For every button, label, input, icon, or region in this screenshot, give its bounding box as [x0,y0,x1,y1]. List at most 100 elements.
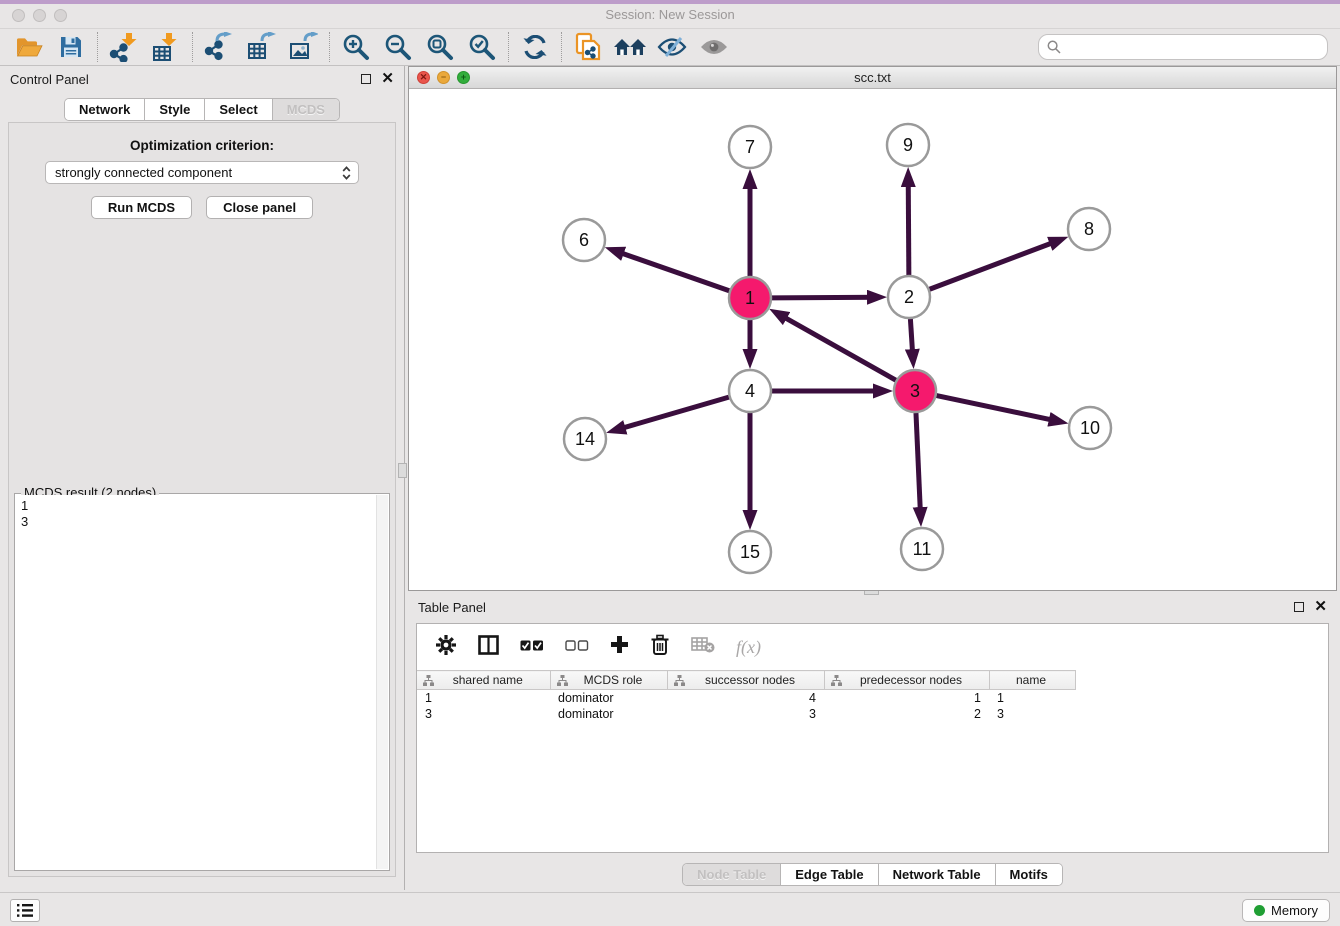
task-history-button[interactable] [10,899,40,922]
tab-node-table[interactable]: Node Table [683,864,780,885]
tab-edge-table[interactable]: Edge Table [780,864,877,885]
unselect-all-columns-button[interactable] [565,638,589,656]
table-row[interactable]: 3dominator323 [417,706,1328,722]
import-table-button[interactable] [145,30,187,64]
svg-text:11: 11 [913,539,932,559]
graph-edge-1-2[interactable] [772,297,879,298]
tab-mcds[interactable]: MCDS [272,99,339,120]
graph-node-4[interactable]: 4 [729,370,771,412]
criterion-select[interactable]: strongly connected component [45,161,359,184]
mcds-result-box: MCDS result (2 nodes) 1 3 [14,493,390,871]
graph-node-2[interactable]: 2 [888,276,930,318]
select-all-columns-button[interactable] [520,638,544,656]
create-column-button[interactable] [610,635,629,659]
unchecked-boxes-icon [565,640,589,651]
column-header-successor-nodes[interactable]: successor nodes [667,671,824,690]
duplicate-network-button[interactable] [567,30,609,64]
table-float-button[interactable] [1294,602,1304,612]
plus-icon [610,635,629,654]
graph-edge-1-6[interactable] [612,250,729,291]
cell-shared-name[interactable]: 3 [417,706,550,722]
home-layout-button[interactable] [609,30,651,64]
graph-edge-2-3[interactable] [910,319,913,361]
table-settings-button[interactable] [435,634,457,661]
cell-MCDS-role[interactable]: dominator [550,706,667,722]
close-panel-button[interactable]: ✕ [381,74,394,84]
tab-style[interactable]: Style [144,99,204,120]
graph-node-1[interactable]: 1 [729,277,771,319]
cell-name[interactable]: 1 [989,690,1075,706]
network-minimize-button[interactable]: − [437,71,450,84]
tab-motifs[interactable]: Motifs [995,864,1062,885]
eye-slash-icon [657,36,687,58]
graph-edge-3-1[interactable] [776,313,896,380]
column-header-MCDS-role[interactable]: MCDS role [550,671,667,690]
graph-edge-3-10[interactable] [937,396,1061,422]
float-panel-button[interactable] [361,74,371,84]
refresh-layout-button[interactable] [514,30,556,64]
cell-successor-nodes[interactable]: 4 [667,690,824,706]
cell-predecessor-nodes[interactable]: 1 [824,690,989,706]
graph-node-7[interactable]: 7 [729,126,771,168]
toolbar-separator [192,32,193,62]
zoom-out-icon [384,33,412,61]
network-close-button[interactable]: ✕ [417,71,430,84]
hide-graphics-button[interactable] [651,30,693,64]
run-mcds-button[interactable]: Run MCDS [91,196,192,219]
cell-name[interactable]: 3 [989,706,1075,722]
column-header-predecessor-nodes[interactable]: predecessor nodes [824,671,989,690]
cell-shared-name[interactable]: 1 [417,690,550,706]
export-image-button[interactable] [282,30,324,64]
result-scrollbar[interactable] [376,495,388,869]
zoom-selected-button[interactable] [461,30,503,64]
show-graphics-button[interactable] [693,30,735,64]
tab-network[interactable]: Network [65,99,144,120]
column-header-shared-name[interactable]: shared name [417,671,550,690]
graph-node-15[interactable]: 15 [729,531,771,573]
zoom-fit-button[interactable] [419,30,461,64]
toolbar-separator [329,32,330,62]
column-header-name[interactable]: name [989,671,1075,690]
tab-network-table[interactable]: Network Table [878,864,995,885]
network-window-titlebar[interactable]: ✕ − + scc.txt [409,67,1336,89]
export-network-button[interactable] [198,30,240,64]
network-zoom-button[interactable]: + [457,71,470,84]
graph-node-6[interactable]: 6 [563,219,605,261]
graph-node-11[interactable]: 11 [901,528,943,570]
graph-edge-2-8[interactable] [930,240,1061,290]
open-file-button[interactable] [8,30,50,64]
memory-button[interactable]: Memory [1242,899,1330,922]
mcds-result-text[interactable]: 1 3 [16,495,376,869]
svg-text:10: 10 [1080,418,1100,438]
gear-icon [435,634,457,656]
zoom-in-button[interactable] [335,30,377,64]
close-panel-button-mcds[interactable]: Close panel [206,196,313,219]
cell-predecessor-nodes[interactable]: 2 [824,706,989,722]
table-row[interactable]: 1dominator411 [417,690,1328,706]
graph-node-9[interactable]: 9 [887,124,929,166]
save-session-button[interactable] [50,30,92,64]
search-input[interactable] [1061,36,1327,58]
cell-MCDS-role[interactable]: dominator [550,690,667,706]
show-column-panel-button[interactable] [478,635,499,660]
graph-node-10[interactable]: 10 [1069,407,1111,449]
network-canvas[interactable]: 7 9 6 8 1 2 4 3 14 10 15 11 [409,89,1336,590]
graph-node-3[interactable]: 3 [894,370,936,412]
network-view-window: ✕ − + scc.txt 7 9 6 8 1 2 4 3 14 10 15 11 [408,66,1337,591]
eye-icon [699,36,729,58]
graph-edge-2-9[interactable] [908,175,909,275]
export-table-button[interactable] [240,30,282,64]
search-field[interactable] [1038,34,1328,60]
vertical-splitter-grip[interactable] [398,463,407,478]
table-close-button[interactable]: ✕ [1314,602,1327,612]
graph-node-8[interactable]: 8 [1068,208,1110,250]
zoom-out-button[interactable] [377,30,419,64]
graph-node-14[interactable]: 14 [564,418,606,460]
import-network-button[interactable] [103,30,145,64]
graph-edge-4-14[interactable] [614,397,729,430]
cell-successor-nodes[interactable]: 3 [667,706,824,722]
delete-column-button[interactable] [650,634,670,661]
graph-edge-3-11[interactable] [916,413,921,519]
network-title: scc.txt [409,70,1336,85]
tab-select[interactable]: Select [204,99,271,120]
